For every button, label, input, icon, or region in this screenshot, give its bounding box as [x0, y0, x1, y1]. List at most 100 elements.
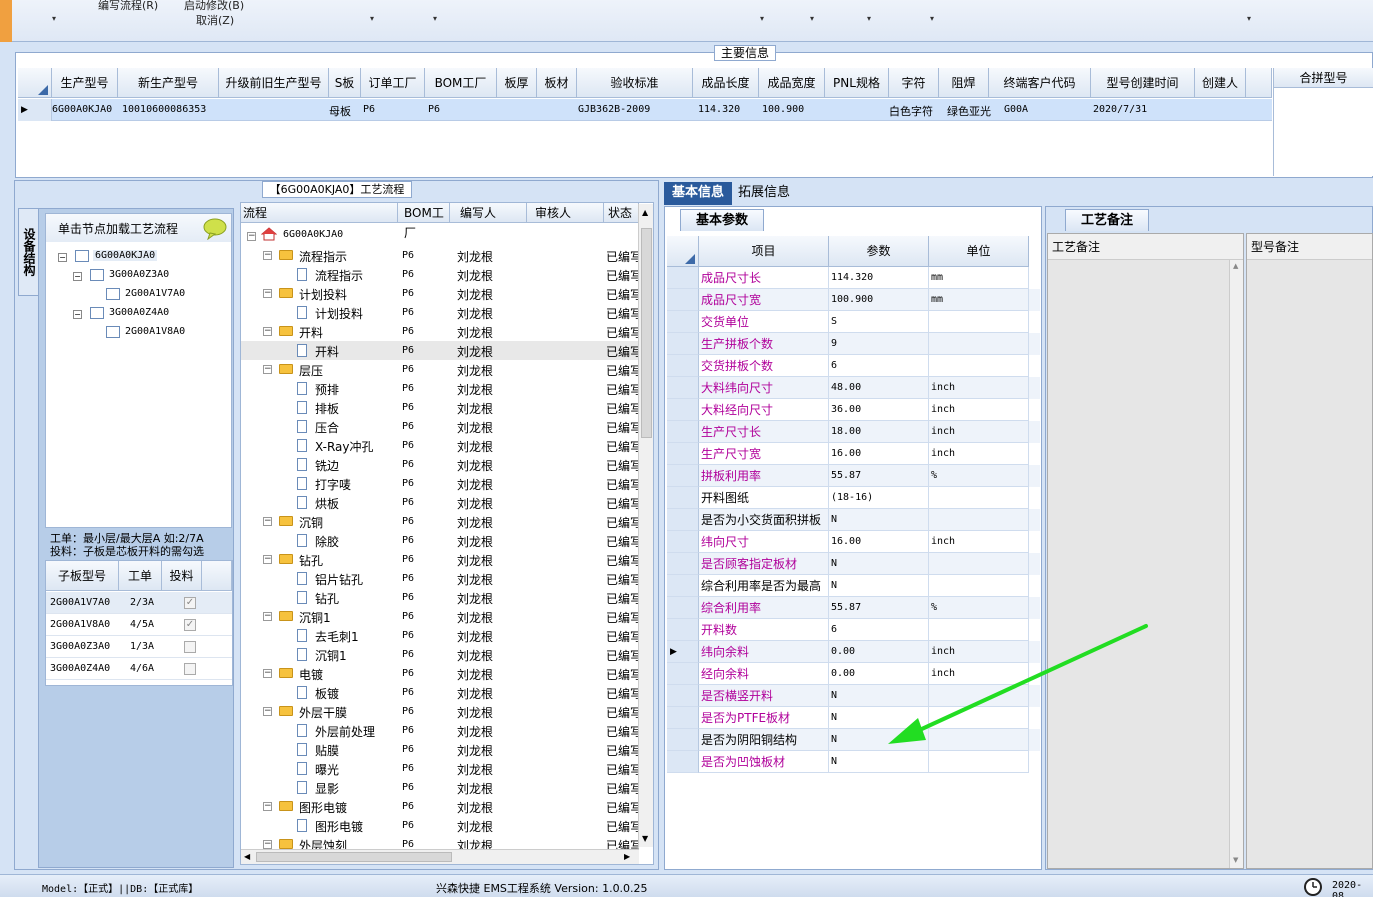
tree-root-row[interactable]: − 6G00A0KJA0	[241, 226, 639, 245]
tab-basic-info[interactable]: 基本信息	[664, 182, 732, 205]
flow-group-row[interactable]: − 钻孔 P6 刘龙根 已编写	[241, 550, 639, 569]
chevron-down-icon[interactable]: ▾	[930, 14, 934, 23]
flow-step-label[interactable]: X-Ray冲孔	[315, 438, 373, 455]
flow-bom-cell[interactable]: P6	[402, 801, 414, 812]
param-unit[interactable]: mm	[929, 267, 1029, 289]
flow-step-row[interactable]: 开料 P6 刘龙根 已编写	[241, 341, 639, 360]
flow-bom-cell[interactable]: P6	[402, 440, 414, 451]
flow-bom-cell[interactable]: P6	[402, 554, 414, 565]
flow-status-cell[interactable]: 已编写	[606, 723, 639, 740]
flow-writer-cell[interactable]: 刘龙根	[457, 552, 493, 569]
scroll-left-icon[interactable]: ◀	[244, 852, 250, 861]
flow-status-cell[interactable]: 已编写	[606, 343, 639, 360]
param-unit[interactable]: inch	[929, 663, 1029, 685]
collapse-toggle-icon[interactable]: −	[73, 272, 82, 281]
param-row[interactable]: 纬向尺寸 16.00 inch	[667, 531, 1040, 553]
flow-group-row[interactable]: − 外层干膜 P6 刘龙根 已编写	[241, 702, 639, 721]
flow-status-cell[interactable]: 已编写	[606, 419, 639, 436]
param-value[interactable]: 0.00	[829, 663, 929, 685]
cell-char[interactable]: 白色字符	[889, 103, 939, 119]
table-row[interactable]: 3G00A0Z3A0 1/3A	[46, 636, 232, 658]
cell-customer[interactable]: G00A	[1004, 104, 1064, 115]
flow-writer-cell[interactable]: 刘龙根	[457, 533, 493, 550]
cell-child-model[interactable]: 2G00A1V8A0	[50, 619, 110, 630]
feed-checkbox[interactable]: ✓	[184, 619, 196, 631]
col-header[interactable]: 投料	[162, 561, 202, 591]
flow-status-cell[interactable]: 已编写	[606, 286, 639, 303]
cell-child-model[interactable]: 3G00A0Z3A0	[50, 641, 110, 652]
cell-model[interactable]: 6G00A0KJA0	[52, 104, 118, 115]
tab-structure[interactable]: 设备结构	[18, 208, 40, 296]
param-unit[interactable]: inch	[929, 531, 1029, 553]
flow-bom-cell[interactable]: P6	[402, 744, 414, 755]
row-indicator[interactable]	[667, 267, 699, 289]
param-unit[interactable]	[929, 553, 1029, 575]
col-header[interactable]: 板材	[537, 68, 577, 98]
flow-step-row[interactable]: 去毛刺1 P6 刘龙根 已编写	[241, 626, 639, 645]
param-row[interactable]: 综合利用率 55.87%	[667, 597, 1040, 619]
flow-writer-cell[interactable]: 刘龙根	[457, 590, 493, 607]
flow-step-row[interactable]: X-Ray冲孔 P6 刘龙根 已编写	[241, 436, 639, 455]
row-indicator[interactable]	[667, 355, 699, 377]
param-value[interactable]: 36.00	[829, 399, 929, 421]
flow-step-label[interactable]: 钻孔	[315, 590, 339, 607]
chevron-down-icon[interactable]: ▾	[433, 14, 437, 23]
flow-bom-cell[interactable]: P6	[402, 611, 414, 622]
flow-writer-cell[interactable]: 刘龙根	[457, 305, 493, 322]
flow-writer-cell[interactable]: 刘龙根	[457, 761, 493, 778]
flow-step-label[interactable]: 曝光	[315, 761, 339, 778]
flow-step-label[interactable]: 计划投料	[299, 286, 347, 303]
col-header[interactable]: 订单工厂	[361, 68, 425, 98]
col-header[interactable]: BOM工厂	[425, 68, 497, 98]
param-row[interactable]: 是否为小交货面积拼板 N	[667, 509, 1040, 531]
collapse-toggle-icon[interactable]: −	[73, 310, 82, 319]
collapse-toggle-icon[interactable]: −	[263, 327, 272, 336]
table-row[interactable]: 2G00A1V8A0 4/5A ✓	[46, 614, 232, 636]
flow-step-label[interactable]: 沉铜1	[299, 609, 331, 626]
collapse-toggle-icon[interactable]: −	[58, 253, 67, 262]
flow-group-row[interactable]: − 开料 P6 刘龙根 已编写	[241, 322, 639, 341]
flow-writer-cell[interactable]: 刘龙根	[457, 438, 493, 455]
row-indicator[interactable]	[667, 707, 699, 729]
chevron-down-icon[interactable]: ▾	[760, 14, 764, 23]
flow-status-cell[interactable]: 已编写	[606, 400, 639, 417]
col-header[interactable]: 创建人	[1195, 68, 1246, 98]
flow-writer-cell[interactable]: 刘龙根	[457, 514, 493, 531]
flow-bom-cell[interactable]: P6	[402, 497, 414, 508]
param-value[interactable]: N	[829, 553, 929, 575]
param-unit[interactable]	[929, 311, 1029, 333]
flow-writer-cell[interactable]: 刘龙根	[457, 685, 493, 702]
row-indicator[interactable]	[667, 487, 699, 509]
flow-bom-cell[interactable]: P6	[402, 668, 414, 679]
model-notes-area[interactable]: 型号备注	[1246, 233, 1373, 869]
flow-writer-cell[interactable]: 刘龙根	[457, 362, 493, 379]
col-header[interactable]: 升级前旧生产型号	[219, 68, 329, 98]
flow-group-row[interactable]: − 沉铜1 P6 刘龙根 已编写	[241, 607, 639, 626]
col-header[interactable]: 工单	[119, 561, 162, 591]
flow-status-cell[interactable]: 已编写	[606, 704, 639, 721]
param-row[interactable]: 是否为阴阳铜结构 N	[667, 729, 1040, 751]
flow-writer-cell[interactable]: 刘龙根	[457, 286, 493, 303]
cell-standard[interactable]: GJB362B-2009	[578, 104, 692, 115]
flow-status-cell[interactable]: 已编写	[606, 305, 639, 322]
flow-bom-cell[interactable]: P6	[402, 288, 414, 299]
param-value[interactable]: N	[829, 509, 929, 531]
notes-scrollbar[interactable]: ▲ ▼	[1229, 260, 1243, 868]
flow-writer-cell[interactable]: 刘龙根	[457, 267, 493, 284]
flow-step-label[interactable]: 计划投料	[315, 305, 363, 322]
param-value[interactable]: 0.00	[829, 641, 929, 663]
cell-created-date[interactable]: 2020/7/31	[1093, 104, 1193, 115]
row-indicator[interactable]	[667, 553, 699, 575]
col-header[interactable]: 生产型号	[52, 68, 118, 98]
flow-step-row[interactable]: 除胶 P6 刘龙根 已编写	[241, 531, 639, 550]
flow-writer-cell[interactable]: 刘龙根	[457, 647, 493, 664]
flow-status-cell[interactable]: 已编写	[606, 666, 639, 683]
flow-status-cell[interactable]: 已编写	[606, 571, 639, 588]
param-value[interactable]: 6	[829, 355, 929, 377]
row-indicator[interactable]	[667, 575, 699, 597]
row-indicator[interactable]	[667, 443, 699, 465]
param-row[interactable]: 生产尺寸长 18.00 inch	[667, 421, 1040, 443]
flow-writer-cell[interactable]: 刘龙根	[457, 400, 493, 417]
param-value[interactable]: N	[829, 707, 929, 729]
flow-status-cell[interactable]: 已编写	[606, 761, 639, 778]
